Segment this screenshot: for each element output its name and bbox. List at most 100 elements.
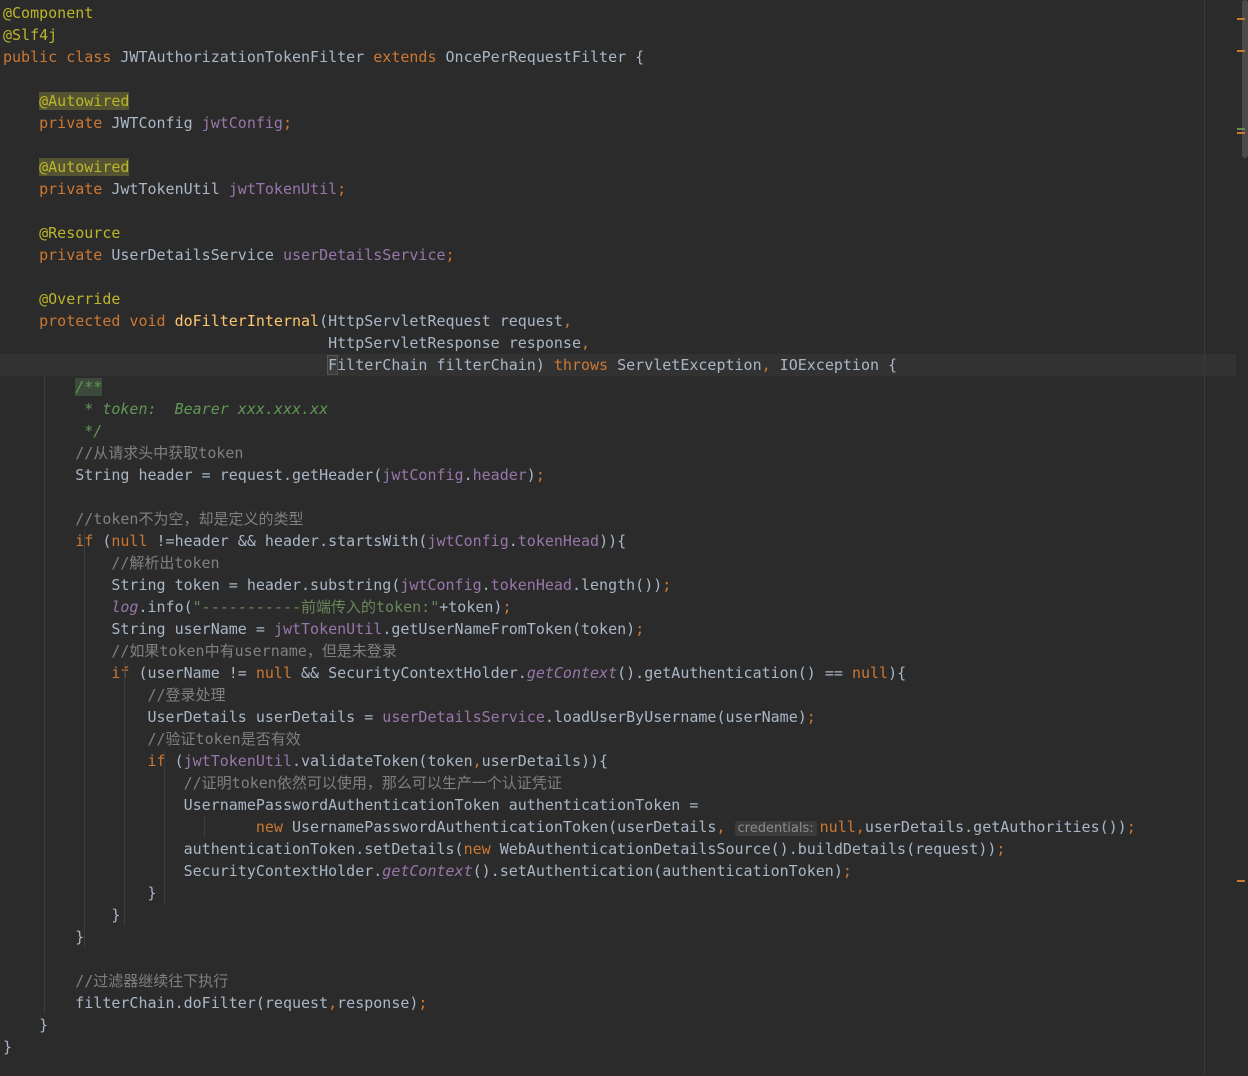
code-line[interactable]: */ — [0, 420, 1248, 442]
code-line[interactable]: private JwtTokenUtil jwtTokenUtil; — [0, 178, 1248, 200]
code-token: header — [472, 466, 527, 484]
code-line[interactable]: UsernamePasswordAuthenticationToken auth… — [0, 794, 1248, 816]
code-token: if — [75, 532, 103, 550]
scrollbar-marker[interactable] — [1237, 132, 1245, 134]
scrollbar-thumb[interactable] — [1242, 0, 1248, 158]
code-token: filterChain.doFilter(request — [3, 994, 329, 1012]
code-token: jwtConfig — [382, 466, 464, 484]
code-token: @Override — [39, 290, 121, 308]
scrollbar-marker[interactable] — [1237, 50, 1245, 52]
code-line[interactable]: //解析出token — [0, 552, 1248, 574]
code-line[interactable]: private UserDetailsService userDetailsSe… — [0, 244, 1248, 266]
code-line[interactable] — [0, 134, 1248, 156]
code-line[interactable]: private JWTConfig jwtConfig; — [0, 112, 1248, 134]
code-token: } — [3, 884, 157, 902]
code-token: .getUserNameFromToken(token) — [382, 620, 636, 638]
code-line[interactable]: @Component — [0, 2, 1248, 24]
code-line[interactable]: //过滤器继续往下执行 — [0, 970, 1248, 992]
code-token: //从请求头中获取token — [3, 444, 244, 462]
code-token: new — [463, 840, 500, 858]
code-token: WebAuthenticationDetailsSource().buildDe… — [499, 840, 997, 858]
code-line[interactable]: //验证token是否有效 — [0, 728, 1248, 750]
code-line[interactable]: authenticationToken.setDetails(new WebAu… — [0, 838, 1248, 860]
code-line[interactable]: } — [0, 1036, 1248, 1058]
code-line[interactable]: HttpServletResponse response, — [0, 332, 1248, 354]
code-line[interactable]: filterChain.doFilter(request,response); — [0, 992, 1248, 1014]
code-token: String token = header.substring( — [3, 576, 401, 594]
code-line[interactable] — [0, 266, 1248, 288]
indent-guide — [204, 816, 205, 838]
code-line[interactable]: /** — [0, 376, 1248, 398]
code-line[interactable]: @Resource — [0, 222, 1248, 244]
code-area[interactable]: @Component @Slf4j public class JWTAuthoriz… — [0, 2, 1248, 1058]
code-line[interactable]: String userName = jwtTokenUtil.getUserNa… — [0, 618, 1248, 640]
code-token: @Slf4j — [3, 26, 58, 44]
code-editor[interactable]: @Component @Slf4j public class JWTAuthoriz… — [0, 0, 1248, 1076]
code-line[interactable]: if (null !=header && header.startsWith(j… — [0, 530, 1248, 552]
code-token: JWTAuthorizationTokenFilter — [120, 48, 374, 66]
code-token: //登录处理 — [3, 686, 226, 704]
code-token: ilterChain filterChain) — [337, 356, 554, 374]
code-token: null — [819, 818, 856, 836]
code-token: !=header && header.startsWith( — [156, 532, 428, 550]
code-line[interactable]: } — [0, 882, 1248, 904]
code-line[interactable]: FilterChain filterChain) throws ServletE… — [0, 354, 1248, 376]
code-line[interactable]: //从请求头中获取token — [0, 442, 1248, 464]
scrollbar-marker[interactable] — [1237, 18, 1245, 20]
code-line[interactable]: log.info("-----------前端传入的token:"+token)… — [0, 596, 1248, 618]
code-token: //过滤器继续往下执行 — [3, 972, 229, 990]
code-line[interactable]: @Override — [0, 288, 1248, 310]
code-token: null — [255, 664, 302, 682]
code-line[interactable] — [0, 486, 1248, 508]
code-line[interactable]: @Autowired — [0, 156, 1248, 178]
code-token: public class — [3, 48, 121, 66]
code-line[interactable] — [0, 200, 1248, 222]
code-token: )){ — [599, 532, 627, 550]
code-token: && SecurityContextHolder. — [301, 664, 527, 682]
code-line[interactable]: public class JWTAuthorizationTokenFilter… — [0, 46, 1248, 68]
code-line[interactable]: @Slf4j — [0, 24, 1248, 46]
code-token: private — [39, 246, 112, 264]
code-token: jwtConfig — [427, 532, 509, 550]
code-token: response) — [337, 994, 419, 1012]
code-line[interactable]: new UsernamePasswordAuthenticationToken(… — [0, 816, 1248, 838]
code-token: ; — [662, 576, 672, 594]
code-line[interactable]: * token: Bearer xxx.xxx.xx — [0, 398, 1248, 420]
code-line[interactable] — [0, 948, 1248, 970]
code-line[interactable]: } — [0, 1014, 1248, 1036]
code-token: "-----------前端传入的token:" — [192, 598, 440, 616]
code-line[interactable]: String token = header.substring(jwtConfi… — [0, 574, 1248, 596]
code-line[interactable] — [0, 68, 1248, 90]
code-line[interactable]: //如果token中有username，但是未登录 — [0, 640, 1248, 662]
code-token: tokenHead — [517, 532, 600, 550]
code-token: new — [255, 818, 292, 836]
code-token: jwtConfig — [400, 576, 482, 594]
code-token: @Resource — [39, 224, 121, 242]
code-line[interactable]: //登录处理 — [0, 684, 1248, 706]
code-line[interactable]: SecurityContextHolder.getContext().setAu… — [0, 860, 1248, 882]
scrollbar-marker[interactable] — [1237, 880, 1245, 882]
code-token: jwtTokenUtil — [273, 620, 383, 638]
code-token: //证明token依然可以使用，那么可以生产一个认证凭证 — [3, 774, 562, 792]
code-token: .loadUserByUsername(userName) — [544, 708, 807, 726]
scrollbar-marker[interactable] — [1237, 128, 1245, 130]
code-line[interactable]: String header = request.getHeader(jwtCon… — [0, 464, 1248, 486]
code-line[interactable]: if (userName != null && SecurityContextH… — [0, 662, 1248, 684]
code-line[interactable]: @Autowired — [0, 90, 1248, 112]
code-line[interactable]: UserDetails userDetails = userDetailsSer… — [0, 706, 1248, 728]
code-line[interactable]: } — [0, 904, 1248, 926]
code-token: //验证token是否有效 — [3, 730, 301, 748]
vertical-scrollbar[interactable] — [1236, 0, 1248, 1076]
code-line[interactable]: //token不为空，却是定义的类型 — [0, 508, 1248, 530]
code-token: , — [580, 334, 590, 352]
code-line[interactable]: if (jwtTokenUtil.validateToken(token,use… — [0, 750, 1248, 772]
code-line[interactable]: protected void doFilterInternal(HttpServ… — [0, 310, 1248, 332]
code-line[interactable]: //证明token依然可以使用，那么可以生产一个认证凭证 — [0, 772, 1248, 794]
code-token: F — [327, 355, 339, 375]
code-token: ; — [842, 862, 852, 880]
code-line[interactable]: } — [0, 926, 1248, 948]
